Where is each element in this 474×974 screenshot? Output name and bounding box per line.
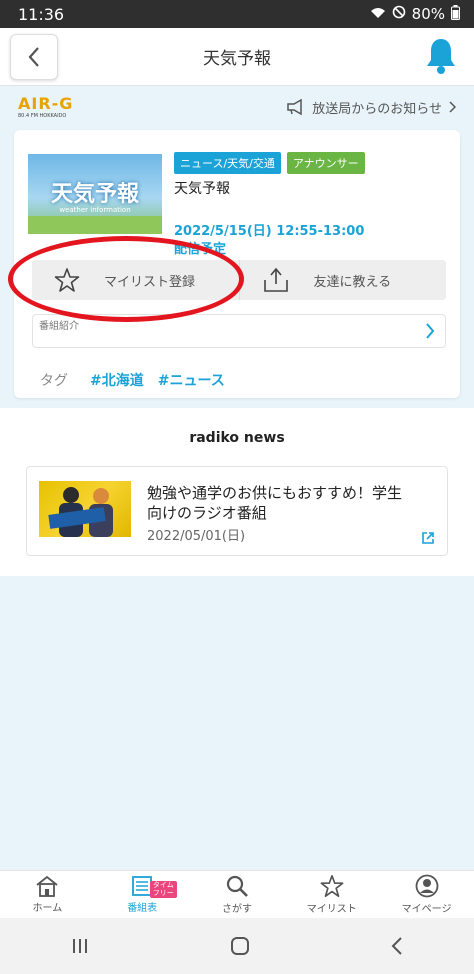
external-link-icon [422,532,434,544]
battery-icon [451,4,460,24]
news-section: radiko news 勉強や通学のお供にもおすすめ！学生向けのラジオ番組 20… [0,408,474,576]
mylist-add-button[interactable]: マイリスト登録 [32,260,239,300]
genre-tag[interactable]: ニュース/天気/交通 [174,152,281,174]
chevron-right-icon [426,323,435,339]
back-button[interactable] [10,34,58,80]
station-notice-link[interactable]: 放送局からのお知らせ [286,98,456,117]
program-status: 配信予定 [174,242,227,257]
station-notice-label: 放送局からのお知らせ [312,101,442,117]
recents-icon[interactable] [71,938,89,954]
home-circle-icon[interactable] [230,936,250,956]
station-logo-sub: 80.4 FM HOKKAIDO [18,112,67,119]
news-heading: radiko news [189,430,285,446]
nav-schedule[interactable]: タイム フリー 番組表 [95,871,190,918]
timefree-badge: タイム フリー [149,881,177,899]
share-icon [263,267,288,292]
share-button[interactable]: 友達に教える [238,260,447,300]
star-icon [320,875,344,897]
page-title: 天気予報 [203,49,271,69]
chevron-left-icon [28,47,39,67]
station-logo[interactable]: AIR-G 80.4 FM HOKKAIDO [18,93,74,119]
tag-row-label: タグ [40,373,68,389]
program-card: 天気予報 weather information ニュース/天気/交通 アナウン… [14,130,460,398]
program-datetime: 2022/5/15(日) 12:55-13:00 [174,224,365,239]
program-intro-label: 番組紹介 [39,320,79,332]
home-icon [36,875,58,897]
program-thumbnail: 天気予報 weather information [28,154,162,234]
news-title: 勉強や通学のお供にもおすすめ！学生向けのラジオ番組 [147,484,403,522]
nav-home-label: ホーム [32,903,63,914]
bottom-navigation: ホーム タイム フリー 番組表 さがす マイリスト マイページ [0,870,474,918]
user-icon [415,874,438,898]
action-bar: マイリスト登録 友達に教える [32,260,446,300]
dnd-icon [392,5,406,23]
app-header: 天気予報 [0,28,474,86]
nav-mylist[interactable]: マイリスト [284,871,379,918]
news-date: 2022/05/01(日) [147,529,246,544]
share-label: 友達に教える [313,274,392,290]
nav-search-label: さがす [221,904,252,915]
station-bar: AIR-G 80.4 FM HOKKAIDO 放送局からのお知らせ [0,86,474,128]
system-navigation [0,918,474,974]
back-icon[interactable] [391,937,403,955]
status-time: 11:36 [18,4,65,24]
thumbnail-title: 天気予報 [50,181,139,207]
nav-home[interactable]: ホーム [0,871,95,918]
genre-tags: ニュース/天気/交通 アナウンサー [174,152,365,174]
nav-mypage-label: マイページ [401,904,452,915]
battery-level: 80% [411,5,445,23]
program-title: 天気予報 [174,181,230,197]
wifi-icon [370,5,386,23]
performer-tag[interactable]: アナウンサー [286,152,365,174]
chevron-right-icon [449,101,456,113]
news-item[interactable]: 勉強や通学のお供にもおすすめ！学生向けのラジオ番組 2022/05/01(日) [26,466,448,556]
nav-schedule-label: 番組表 [127,903,158,914]
megaphone-icon [287,99,302,115]
star-icon [54,268,80,292]
search-icon [226,875,248,897]
status-bar: 11:36 80% [0,0,474,28]
nav-search[interactable]: さがす [190,871,285,918]
program-intro-toggle[interactable]: 番組紹介 [32,314,446,348]
tag-row: タグ #北海道 #ニュース [40,370,225,390]
hashtag-link[interactable]: #北海道 [90,370,144,390]
thumbnail-subtitle: weather information [59,206,131,214]
mylist-add-label: マイリスト登録 [104,274,196,290]
hashtag-link[interactable]: #ニュース [158,370,225,390]
bell-icon[interactable] [424,36,458,80]
nav-mylist-label: マイリスト [306,904,357,915]
nav-mypage[interactable]: マイページ [379,871,474,918]
news-thumbnail [39,481,131,537]
station-logo-main: AIR-G [18,93,74,113]
